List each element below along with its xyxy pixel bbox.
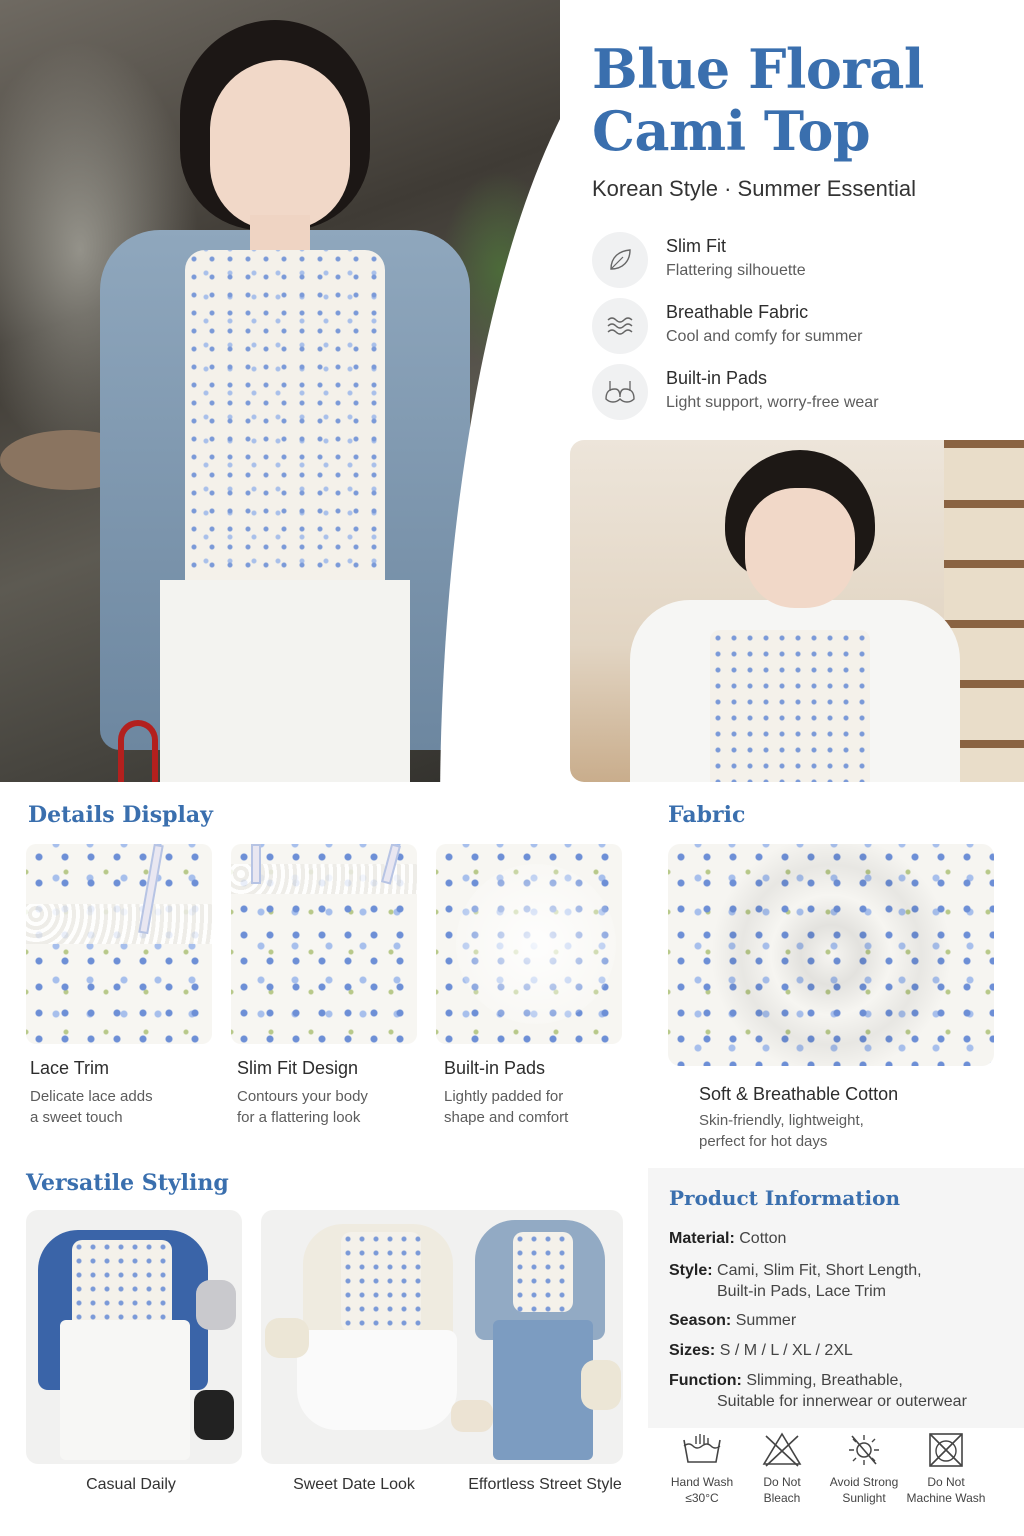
detail-desc: Contours your body for a flattering look [237, 1088, 368, 1126]
feature-breathable: Breathable Fabric Cool and comfy for sum… [592, 296, 1012, 362]
feature-title: Built-in Pads [666, 368, 768, 388]
secondary-model-photo [570, 440, 1024, 782]
feature-desc: Flattering silhouette [666, 262, 806, 279]
leaf-icon [592, 232, 648, 288]
care-no-bleach: Do Not Bleach [740, 1432, 824, 1506]
product-title: Blue Floral Cami Top [592, 38, 1012, 162]
styling-heading: Versatile Styling [26, 1170, 229, 1196]
fabric-desc: Skin-friendly, lightweight, perfect for h… [699, 1112, 864, 1150]
outfit-date-and-street-image [261, 1210, 623, 1464]
wind-waves-icon [592, 298, 648, 354]
info-row-function: Function: Slimming, Breathable, Suitable… [669, 1372, 967, 1410]
product-subtitle: Korean Style · Summer Essential [592, 176, 917, 201]
detail-desc: Lightly padded for shape and comfort [444, 1088, 569, 1126]
detail-slim-fit-image [231, 844, 417, 1044]
title-line-1: Blue Floral [592, 37, 924, 101]
detail-built-in-pads-image [436, 844, 622, 1044]
no-sunlight-icon [849, 1435, 879, 1465]
title-line-2: Cami Top [592, 99, 871, 163]
outfit-casual-daily-image [26, 1210, 242, 1464]
care-no-sunlight: Avoid Strong Sunlight [822, 1432, 906, 1506]
no-bleach-icon [762, 1432, 802, 1467]
feature-slim-fit: Slim Fit Flattering silhouette [592, 230, 1012, 296]
hand-wash-icon [683, 1434, 721, 1463]
detail-title: Built-in Pads [444, 1058, 546, 1078]
info-row-sizes: Sizes: S / M / L / XL / 2XL [669, 1342, 853, 1359]
detail-desc: Delicate lace adds a sweet touch [30, 1088, 153, 1126]
feature-title: Slim Fit [666, 236, 726, 256]
care-hand-wash: Hand Wash ≤30°C [660, 1432, 744, 1506]
fabric-heading: Fabric [668, 802, 746, 828]
feature-title: Breathable Fabric [666, 302, 809, 322]
no-machine-wash-icon [929, 1433, 963, 1467]
product-title-block: Blue Floral Cami Top Korean Style · Summ… [592, 38, 1012, 202]
feature-desc: Light support, worry-free wear [666, 394, 879, 411]
details-heading: Details Display [28, 802, 213, 828]
product-info-heading: Product Information [669, 1186, 901, 1210]
fabric-swatch-image [668, 844, 994, 1066]
outfit-label: Effortless Street Style [468, 1476, 622, 1493]
outfit-label: Casual Daily [86, 1476, 176, 1493]
bra-icon [592, 364, 648, 420]
detail-lace-trim-image [26, 844, 212, 1044]
feature-desc: Cool and comfy for summer [666, 328, 863, 345]
feature-list: Slim Fit Flattering silhouette Breathabl… [592, 230, 1012, 428]
fabric-title: Soft & Breathable Cotton [699, 1084, 899, 1104]
info-row-material: Material: Cotton [669, 1230, 787, 1247]
feature-built-in-pads: Built-in Pads Light support, worry-free … [592, 362, 1012, 428]
care-no-machine-wash: Do Not Machine Wash [904, 1432, 988, 1506]
info-row-style: Style: Cami, Slim Fit, Short Length, Bui… [669, 1262, 922, 1300]
detail-title: Slim Fit Design [237, 1058, 359, 1078]
info-row-season: Season: Summer [669, 1312, 797, 1329]
outfit-label: Sweet Date Look [293, 1476, 415, 1493]
detail-title: Lace Trim [30, 1058, 110, 1078]
